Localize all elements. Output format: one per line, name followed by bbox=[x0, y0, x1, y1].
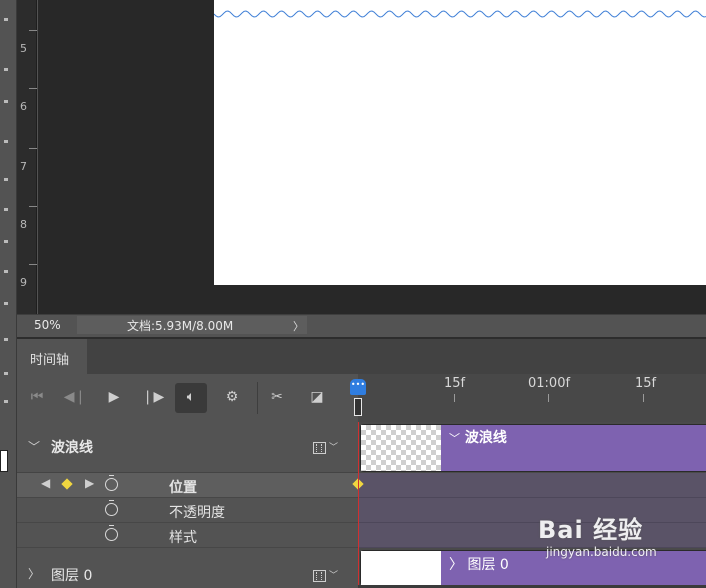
tool-marker[interactable] bbox=[4, 338, 8, 341]
tool-marker[interactable] bbox=[4, 372, 8, 375]
previous-frame-icon[interactable]: ◀❘ bbox=[63, 386, 87, 410]
stopwatch-icon[interactable] bbox=[105, 500, 118, 516]
time-ruler[interactable]: 15f 01:00f 15f ••• bbox=[350, 374, 706, 422]
clip-wave[interactable]: ﹀ 波浪线 bbox=[360, 424, 706, 472]
clip-label-text: 波浪线 bbox=[464, 430, 507, 446]
track-name[interactable]: 波浪线 bbox=[51, 437, 93, 457]
watermark-logo: Bai 经验 bbox=[538, 516, 644, 544]
ruler-number: 6 bbox=[20, 100, 27, 113]
foreground-color-swatch[interactable] bbox=[0, 450, 8, 472]
previous-keyframe-icon[interactable]: ◀ bbox=[41, 476, 50, 490]
tool-marker[interactable] bbox=[4, 270, 8, 273]
timeline-controls: ⏮ ◀❘ ▶ ❘▶ 🔈︎ ⚙ ✂ ◪ bbox=[17, 374, 358, 422]
chevron-down-icon[interactable]: ﹀ bbox=[28, 438, 40, 455]
property-label: 位置 bbox=[169, 480, 197, 496]
clip-label: 〉 图层 0 bbox=[449, 557, 509, 573]
clip-label: ﹀ 波浪线 bbox=[449, 427, 507, 447]
property-opacity[interactable]: 不透明度 bbox=[17, 498, 358, 523]
playhead-handle-icon[interactable]: ••• bbox=[350, 379, 366, 395]
ruler-number: 8 bbox=[20, 218, 27, 231]
ruler-number: 7 bbox=[20, 160, 27, 173]
zoom-level[interactable]: 50% bbox=[34, 318, 61, 332]
film-icon[interactable] bbox=[313, 442, 326, 454]
tool-marker[interactable] bbox=[4, 240, 8, 243]
ruler-tick bbox=[29, 148, 37, 149]
document-info[interactable]: 文档:5.93M/8.00M bbox=[77, 316, 307, 334]
property-position[interactable]: ◀ ▶ 位置 bbox=[17, 473, 358, 498]
ruler-tick bbox=[29, 30, 37, 31]
property-label: 不透明度 bbox=[169, 505, 225, 521]
timeline-track-area[interactable]: ﹀ 波浪线 〉 图层 0 bbox=[352, 422, 706, 588]
skip-to-first-icon[interactable]: ⏮ bbox=[25, 386, 49, 410]
vertical-ruler: 5 6 7 8 9 bbox=[17, 0, 37, 316]
canvas-workspace[interactable] bbox=[38, 0, 706, 316]
add-keyframe-icon[interactable] bbox=[61, 478, 73, 490]
film-icon[interactable] bbox=[313, 570, 326, 582]
separator bbox=[257, 382, 258, 414]
track-header-wave[interactable]: ﹀ 波浪线 ﹀ bbox=[17, 422, 358, 473]
document-canvas[interactable] bbox=[214, 0, 706, 285]
baidu-watermark: Bai 经验 jingyan.baidu.com bbox=[538, 510, 657, 559]
gear-icon[interactable]: ⚙ bbox=[220, 386, 244, 410]
time-label: 15f bbox=[635, 376, 657, 391]
time-label: 15f bbox=[444, 376, 466, 391]
track-name[interactable]: 图层 0 bbox=[51, 565, 92, 585]
work-area-start-handle[interactable] bbox=[354, 398, 362, 416]
next-frame-icon[interactable]: ❘▶ bbox=[141, 386, 165, 410]
property-style[interactable]: 样式 bbox=[17, 523, 358, 548]
time-label: 01:00f bbox=[528, 376, 571, 391]
tool-marker[interactable] bbox=[4, 68, 8, 71]
ruler-number: 9 bbox=[20, 276, 27, 289]
time-tick bbox=[548, 394, 549, 402]
clip-thumbnail bbox=[361, 551, 441, 585]
time-tick bbox=[643, 394, 644, 402]
wave-line-shape[interactable] bbox=[214, 8, 706, 20]
tool-marker[interactable] bbox=[4, 178, 8, 181]
watermark-url: jingyan.baidu.com bbox=[546, 545, 657, 559]
tool-marker[interactable] bbox=[4, 100, 8, 103]
chevron-down-icon: ﹀ bbox=[449, 432, 460, 445]
next-keyframe-icon[interactable]: ▶ bbox=[85, 476, 94, 490]
tool-marker[interactable] bbox=[4, 18, 8, 21]
chevron-right-icon[interactable]: 〉 bbox=[28, 565, 40, 582]
tool-marker[interactable] bbox=[4, 140, 8, 143]
chevron-down-icon[interactable]: ﹀ bbox=[329, 568, 338, 581]
tool-marker[interactable] bbox=[4, 302, 8, 305]
transition-icon[interactable]: ◪ bbox=[305, 386, 329, 410]
tools-panel bbox=[0, 0, 17, 588]
chevron-down-icon[interactable]: ﹀ bbox=[329, 440, 338, 453]
ruler-number: 5 bbox=[20, 42, 27, 55]
status-bar: 50% 文档:5.93M/8.00M 〉 bbox=[17, 314, 706, 336]
property-lane[interactable] bbox=[352, 473, 706, 498]
time-tick bbox=[454, 394, 455, 402]
clip-thumbnail bbox=[361, 425, 441, 471]
ruler-tick bbox=[29, 264, 37, 265]
play-icon[interactable]: ▶ bbox=[102, 386, 126, 410]
tool-marker[interactable] bbox=[4, 208, 8, 211]
clip-label-text: 图层 0 bbox=[467, 557, 509, 573]
current-time-indicator[interactable] bbox=[358, 422, 359, 588]
tab-timeline[interactable]: 时间轴 bbox=[17, 339, 87, 374]
stopwatch-icon[interactable] bbox=[105, 475, 118, 491]
property-label: 样式 bbox=[169, 530, 197, 546]
ruler-tick bbox=[29, 206, 37, 207]
track-header-layer0[interactable]: 〉 图层 0 ﹀ bbox=[17, 549, 358, 588]
photoshop-window: 5 6 7 8 9 50% 文档:5.93M/8.00M 〉 时间轴 ⏮ ◀❘ … bbox=[0, 0, 706, 588]
panel-tab-bar: 时间轴 bbox=[17, 339, 706, 374]
ruler-tick bbox=[29, 88, 37, 89]
stopwatch-icon[interactable] bbox=[105, 525, 118, 541]
scissors-icon[interactable]: ✂ bbox=[265, 386, 289, 410]
speaker-icon[interactable]: 🔈︎ bbox=[175, 383, 207, 413]
tool-marker[interactable] bbox=[4, 400, 8, 403]
status-menu-arrow[interactable]: 〉 bbox=[293, 318, 304, 334]
